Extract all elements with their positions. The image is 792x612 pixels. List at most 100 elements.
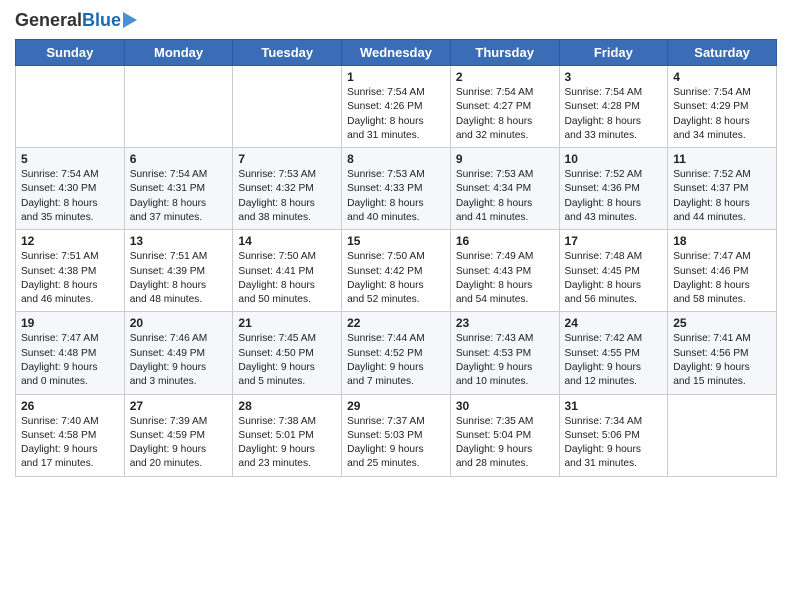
weekday-header-tuesday: Tuesday: [233, 40, 342, 66]
weekday-header-wednesday: Wednesday: [342, 40, 451, 66]
calendar-week-3: 12 Sunrise: 7:51 AM Sunset: 4:38 PM Dayli…: [16, 230, 777, 312]
weekday-header-saturday: Saturday: [668, 40, 777, 66]
calendar-cell: 16 Sunrise: 7:49 AM Sunset: 4:43 PM Dayli…: [450, 230, 559, 312]
calendar-cell: 28 Sunrise: 7:38 AM Sunset: 5:01 PM Dayli…: [233, 394, 342, 476]
day-info: Sunrise: 7:37 AM Sunset: 5:03 PM Dayligh…: [347, 415, 445, 472]
day-info: Sunrise: 7:51 AM Sunset: 4:39 PM Dayligh…: [130, 250, 228, 307]
day-info: Sunrise: 7:50 AM Sunset: 4:41 PM Dayligh…: [238, 250, 336, 307]
day-info: Sunrise: 7:38 AM Sunset: 5:01 PM Dayligh…: [238, 415, 336, 472]
calendar-cell: 18Sunrise: 7:47 AM Sunset: 4:46 PM Dayli…: [668, 230, 777, 312]
day-info: Sunrise: 7:41 AM Sunset: 4:56 PM Dayligh…: [673, 332, 771, 389]
weekday-header-sunday: Sunday: [16, 40, 125, 66]
weekday-header-friday: Friday: [559, 40, 668, 66]
weekday-header-thursday: Thursday: [450, 40, 559, 66]
day-info: Sunrise: 7:50 AM Sunset: 4:42 PM Dayligh…: [347, 250, 445, 307]
day-number: 30: [456, 399, 554, 413]
calendar-cell: 20Sunrise: 7:46 AM Sunset: 4:49 PM Dayli…: [124, 312, 233, 394]
calendar-cell: 25Sunrise: 7:41 AM Sunset: 4:56 PM Dayli…: [668, 312, 777, 394]
calendar-cell: 4 Sunrise: 7:54 AM Sunset: 4:29 PM Daylig…: [668, 66, 777, 148]
day-info: Sunrise: 7:47 AM Sunset: 4:46 PM Dayligh…: [673, 250, 771, 307]
calendar-cell: 21 Sunrise: 7:45 AM Sunset: 4:50 PM Dayli…: [233, 312, 342, 394]
day-info: Sunrise: 7:53 AM Sunset: 4:32 PM Dayligh…: [238, 168, 336, 225]
calendar-cell: 30 Sunrise: 7:35 AM Sunset: 5:04 PM Dayli…: [450, 394, 559, 476]
day-info: Sunrise: 7:45 AM Sunset: 4:50 PM Dayligh…: [238, 332, 336, 389]
calendar-cell: 29Sunrise: 7:37 AM Sunset: 5:03 PM Dayli…: [342, 394, 451, 476]
calendar-cell: [124, 66, 233, 148]
day-info: Sunrise: 7:54 AM Sunset: 4:26 PM Dayligh…: [347, 86, 445, 143]
calendar-table: SundayMondayTuesdayWednesdayThursdayFrid…: [15, 39, 777, 477]
day-number: 27: [130, 399, 228, 413]
day-info: Sunrise: 7:49 AM Sunset: 4:43 PM Dayligh…: [456, 250, 554, 307]
calendar-cell: 23 Sunrise: 7:43 AM Sunset: 4:53 PM Dayli…: [450, 312, 559, 394]
day-number: 20: [130, 316, 228, 330]
day-number: 28: [238, 399, 336, 413]
day-number: 6: [130, 152, 228, 166]
day-info: Sunrise: 7:44 AM Sunset: 4:52 PM Dayligh…: [347, 332, 445, 389]
main-container: General Blue SundayMondayTuesdayWednesda…: [0, 0, 792, 487]
day-number: 10: [565, 152, 663, 166]
day-number: 3: [565, 70, 663, 84]
day-number: 15: [347, 234, 445, 248]
day-number: 26: [21, 399, 119, 413]
day-info: Sunrise: 7:54 AM Sunset: 4:30 PM Dayligh…: [21, 168, 119, 225]
calendar-cell: 27 Sunrise: 7:39 AM Sunset: 4:59 PM Dayli…: [124, 394, 233, 476]
day-info: Sunrise: 7:39 AM Sunset: 4:59 PM Dayligh…: [130, 415, 228, 472]
calendar-week-1: 1 Sunrise: 7:54 AM Sunset: 4:26 PM Daylig…: [16, 66, 777, 148]
day-number: 5: [21, 152, 119, 166]
day-number: 7: [238, 152, 336, 166]
day-info: Sunrise: 7:53 AM Sunset: 4:33 PM Dayligh…: [347, 168, 445, 225]
calendar-cell: 1 Sunrise: 7:54 AM Sunset: 4:26 PM Daylig…: [342, 66, 451, 148]
header: General Blue: [15, 10, 777, 31]
calendar-week-5: 26Sunrise: 7:40 AM Sunset: 4:58 PM Dayli…: [16, 394, 777, 476]
day-number: 13: [130, 234, 228, 248]
calendar-cell: [16, 66, 125, 148]
day-number: 8: [347, 152, 445, 166]
day-number: 24: [565, 316, 663, 330]
calendar-cell: 13 Sunrise: 7:51 AM Sunset: 4:39 PM Dayli…: [124, 230, 233, 312]
calendar-cell: 17Sunrise: 7:48 AM Sunset: 4:45 PM Dayli…: [559, 230, 668, 312]
day-info: Sunrise: 7:47 AM Sunset: 4:48 PM Dayligh…: [21, 332, 119, 389]
day-info: Sunrise: 7:53 AM Sunset: 4:34 PM Dayligh…: [456, 168, 554, 225]
calendar-cell: [233, 66, 342, 148]
logo-arrow-icon: [123, 12, 137, 28]
day-info: Sunrise: 7:43 AM Sunset: 4:53 PM Dayligh…: [456, 332, 554, 389]
day-number: 16: [456, 234, 554, 248]
day-number: 4: [673, 70, 771, 84]
calendar-cell: 12 Sunrise: 7:51 AM Sunset: 4:38 PM Dayli…: [16, 230, 125, 312]
day-number: 11: [673, 152, 771, 166]
calendar-cell: 15 Sunrise: 7:50 AM Sunset: 4:42 PM Dayli…: [342, 230, 451, 312]
calendar-cell: 22Sunrise: 7:44 AM Sunset: 4:52 PM Dayli…: [342, 312, 451, 394]
day-info: Sunrise: 7:54 AM Sunset: 4:27 PM Dayligh…: [456, 86, 554, 143]
day-info: Sunrise: 7:42 AM Sunset: 4:55 PM Dayligh…: [565, 332, 663, 389]
calendar-week-2: 5 Sunrise: 7:54 AM Sunset: 4:30 PM Daylig…: [16, 148, 777, 230]
day-number: 12: [21, 234, 119, 248]
weekday-header-row: SundayMondayTuesdayWednesdayThursdayFrid…: [16, 40, 777, 66]
day-info: Sunrise: 7:48 AM Sunset: 4:45 PM Dayligh…: [565, 250, 663, 307]
logo-text: General Blue: [15, 10, 137, 31]
calendar-cell: 6Sunrise: 7:54 AM Sunset: 4:31 PM Daylig…: [124, 148, 233, 230]
calendar-cell: 14Sunrise: 7:50 AM Sunset: 4:41 PM Dayli…: [233, 230, 342, 312]
calendar-cell: 8 Sunrise: 7:53 AM Sunset: 4:33 PM Daylig…: [342, 148, 451, 230]
logo-blue-part: Blue: [82, 10, 121, 31]
day-info: Sunrise: 7:54 AM Sunset: 4:28 PM Dayligh…: [565, 86, 663, 143]
day-info: Sunrise: 7:54 AM Sunset: 4:29 PM Dayligh…: [673, 86, 771, 143]
calendar-cell: 11 Sunrise: 7:52 AM Sunset: 4:37 PM Dayli…: [668, 148, 777, 230]
day-number: 31: [565, 399, 663, 413]
day-info: Sunrise: 7:52 AM Sunset: 4:37 PM Dayligh…: [673, 168, 771, 225]
calendar-cell: 3 Sunrise: 7:54 AM Sunset: 4:28 PM Daylig…: [559, 66, 668, 148]
calendar-cell: 10Sunrise: 7:52 AM Sunset: 4:36 PM Dayli…: [559, 148, 668, 230]
day-number: 9: [456, 152, 554, 166]
calendar-cell: 2 Sunrise: 7:54 AM Sunset: 4:27 PM Daylig…: [450, 66, 559, 148]
logo-general: General: [15, 10, 82, 31]
day-number: 19: [21, 316, 119, 330]
day-number: 2: [456, 70, 554, 84]
day-info: Sunrise: 7:51 AM Sunset: 4:38 PM Dayligh…: [21, 250, 119, 307]
day-number: 1: [347, 70, 445, 84]
logo: General Blue: [15, 10, 137, 31]
day-info: Sunrise: 7:34 AM Sunset: 5:06 PM Dayligh…: [565, 415, 663, 472]
day-info: Sunrise: 7:35 AM Sunset: 5:04 PM Dayligh…: [456, 415, 554, 472]
calendar-cell: 7 Sunrise: 7:53 AM Sunset: 4:32 PM Daylig…: [233, 148, 342, 230]
day-number: 21: [238, 316, 336, 330]
day-number: 23: [456, 316, 554, 330]
weekday-header-monday: Monday: [124, 40, 233, 66]
